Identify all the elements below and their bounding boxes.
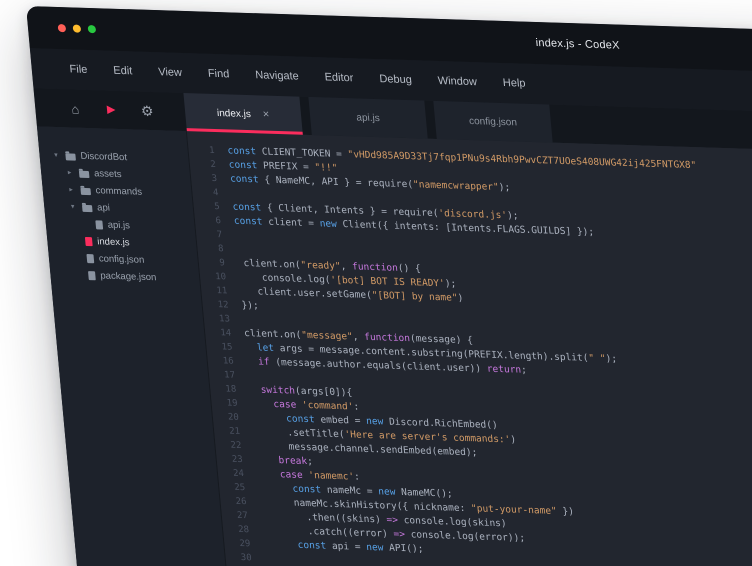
main-area: ▾ DiscordBot ▸ assets ▸ commands ▾ api api.js ind… (37, 126, 752, 566)
file-icon (86, 254, 94, 263)
menu-item-find[interactable]: Find (207, 68, 229, 81)
line-number: 12 (202, 298, 229, 313)
line-number: 30 (225, 551, 252, 566)
chevron-right-icon: ▸ (65, 169, 75, 176)
tree-item-label: api.js (107, 220, 130, 232)
line-number: 10 (199, 270, 226, 285)
chevron-down-icon: ▾ (68, 203, 78, 210)
tab-api-js[interactable]: api.js (308, 97, 427, 139)
menu-item-debug[interactable]: Debug (379, 73, 413, 86)
line-number: 11 (201, 284, 228, 299)
line-number: 23 (216, 452, 243, 467)
file-icon (95, 220, 103, 229)
line-number: 7 (196, 227, 223, 242)
chevron-down-icon: ▾ (51, 152, 61, 159)
line-number: 27 (221, 508, 248, 523)
tree-item-label: assets (94, 168, 122, 180)
line-number: 6 (194, 213, 221, 228)
folder-icon (65, 153, 76, 160)
home-icon: ⌂ (71, 102, 80, 115)
line-number: 9 (198, 256, 225, 271)
line-number: 4 (192, 185, 219, 200)
toolbar: ⌂ ▶ ⚙ (33, 88, 186, 131)
line-number: 20 (212, 410, 239, 425)
menu-item-file[interactable]: File (69, 63, 88, 76)
tree-item-label: commands (95, 185, 142, 197)
tab-label: config.json (469, 115, 518, 128)
gear-icon: ⚙ (140, 104, 154, 118)
settings-button[interactable]: ⚙ (137, 92, 156, 131)
tree-item-label: config.json (98, 253, 144, 265)
folder-icon (79, 171, 90, 178)
tree-item-label: index.js (97, 236, 130, 248)
folder-icon (82, 205, 93, 212)
line-number: 24 (217, 466, 244, 481)
menu-item-help[interactable]: Help (502, 77, 526, 90)
code-text (218, 186, 232, 200)
code-text (251, 551, 265, 565)
code-lines: 1const CLIENT_TOKEN = "vHDd985A9D33Tj7fq… (187, 131, 752, 566)
folder-icon (80, 188, 91, 195)
code-editor[interactable]: 1const CLIENT_TOKEN = "vHDd985A9D33Tj7fq… (187, 131, 752, 566)
page-background: index.js - CodeX FileEditViewFindNavigat… (0, 0, 752, 566)
code-text (222, 228, 236, 242)
tab-index-js[interactable]: index.js × (183, 93, 302, 135)
tab-label: api.js (356, 112, 380, 124)
file-icon (85, 237, 93, 246)
code-text (234, 369, 248, 383)
tab-close-icon[interactable]: × (262, 109, 269, 120)
line-number: 14 (205, 326, 232, 341)
line-number: 29 (224, 536, 251, 551)
tree-item-label: package.json (100, 270, 157, 283)
line-number: 19 (211, 396, 238, 411)
tree-item-label: DiscordBot (80, 151, 127, 163)
line-number: 21 (214, 424, 241, 439)
line-number: 13 (203, 312, 230, 327)
code-text (223, 242, 237, 256)
line-number: 2 (189, 157, 216, 172)
line-number: 5 (193, 199, 220, 214)
tree-item-package-json[interactable]: package.json (50, 266, 200, 288)
tab-label: index.js (216, 108, 251, 120)
play-icon: ▶ (106, 104, 115, 115)
line-number: 18 (210, 382, 237, 397)
line-number: 26 (220, 494, 247, 509)
code-text: }); (228, 298, 259, 313)
line-number: 25 (219, 480, 246, 495)
menu-item-view[interactable]: View (158, 66, 183, 79)
line-number: 28 (222, 522, 249, 537)
menu-item-window[interactable]: Window (437, 75, 477, 88)
line-number: 3 (191, 171, 218, 186)
tree-item-label: api (97, 202, 111, 213)
menu-item-editor[interactable]: Editor (324, 71, 354, 84)
file-icon (88, 271, 96, 280)
line-number: 15 (206, 340, 233, 355)
menu-item-edit[interactable]: Edit (113, 65, 133, 78)
code-text (229, 313, 243, 327)
line-number: 1 (188, 143, 215, 158)
run-button[interactable]: ▶ (101, 90, 120, 129)
line-number: 16 (207, 354, 234, 369)
home-button[interactable]: ⌂ (65, 89, 84, 128)
tab-config-json[interactable]: config.json (433, 101, 552, 143)
line-number: 17 (208, 368, 235, 383)
chevron-right-icon: ▸ (66, 186, 76, 193)
line-number: 8 (197, 241, 224, 256)
line-number: 22 (215, 438, 242, 453)
menu-item-navigate[interactable]: Navigate (255, 69, 299, 82)
app-window: index.js - CodeX FileEditViewFindNavigat… (26, 6, 752, 566)
